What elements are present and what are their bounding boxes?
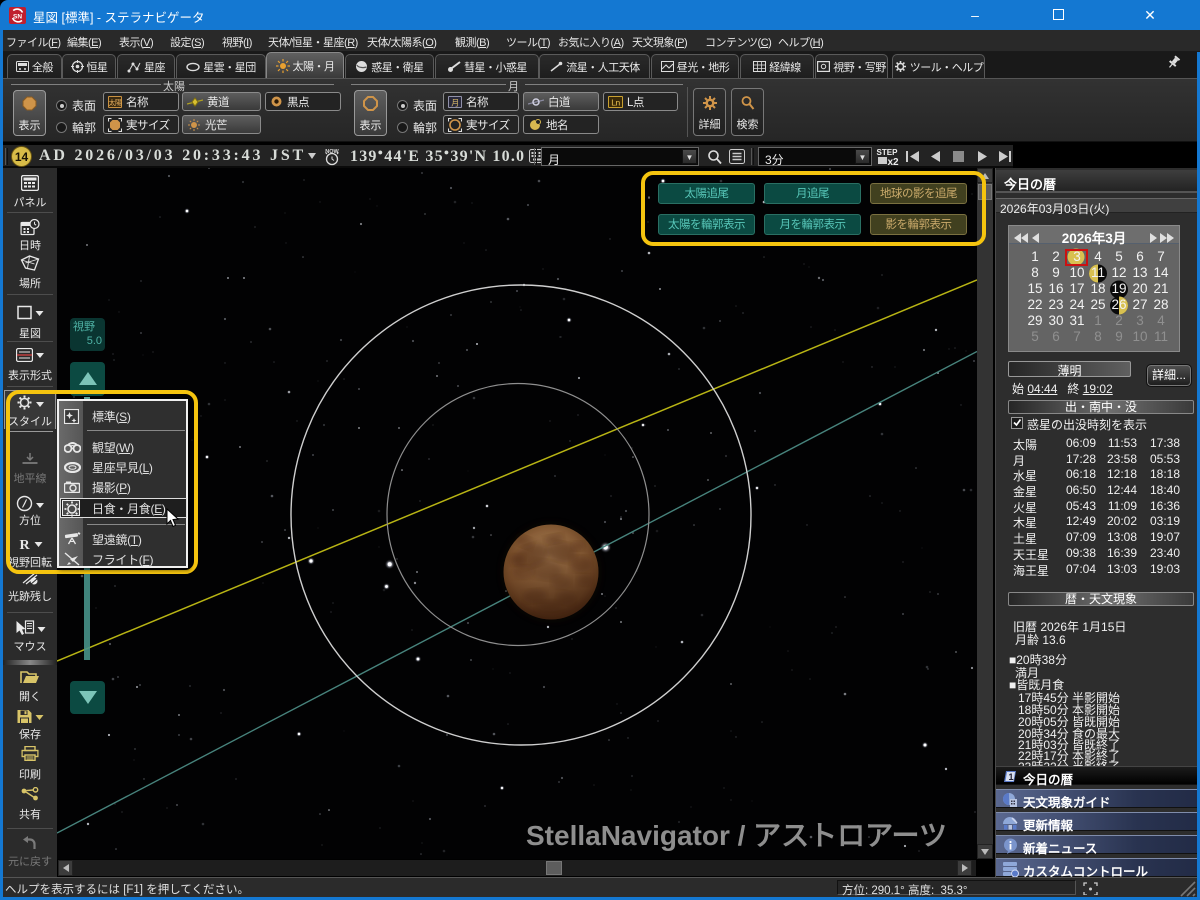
svg-text:1: 1 xyxy=(1008,772,1013,782)
svg-text:SN: SN xyxy=(13,14,22,21)
svg-text:StellaNavigator / アストロアーツ: StellaNavigator / アストロアーツ xyxy=(526,820,947,851)
svg-text:太陽: 太陽 xyxy=(109,98,122,107)
svg-text:x2: x2 xyxy=(887,157,899,167)
svg-text:Ln: Ln xyxy=(611,97,620,107)
svg-text:STEP: STEP xyxy=(877,148,899,157)
svg-text:月: 月 xyxy=(451,98,459,107)
